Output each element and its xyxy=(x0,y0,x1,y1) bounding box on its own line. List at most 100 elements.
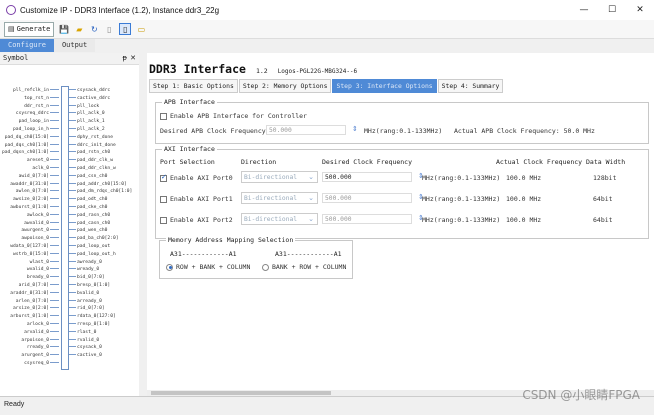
symbol-port-left: aclk_0 xyxy=(32,166,59,172)
axi-port2-actual-value: 100.0 MHz xyxy=(506,216,542,224)
axi-port1-freq-input[interactable]: 500.000 xyxy=(322,193,412,203)
title-bar: Customize IP - DDR3 Interface (1.2), Ins… xyxy=(0,0,654,20)
axi-port0-freq-input[interactable]: 500.000 xyxy=(322,172,412,182)
pin-icon[interactable]: ᵽ xyxy=(122,53,127,64)
page-title: DDR3 Interface xyxy=(149,62,246,76)
scrollbar-thumb[interactable] xyxy=(151,391,331,395)
axi-port2-direction-value: Bi-directional xyxy=(244,216,298,223)
apb-interface-group: APB Interface Enable APB Interface for C… xyxy=(155,98,649,144)
axi-port0-range-label: MHz(rang:0.1-133MHz) xyxy=(422,174,501,182)
ip-version: 1.2 xyxy=(255,67,268,75)
axi-port2-checkbox[interactable] xyxy=(160,216,167,224)
symbol-port-left: araddr_0[31:0] xyxy=(10,291,59,297)
axi-header-port-label: Port Selection xyxy=(160,158,215,166)
symbol-port-right: rid_0[7:0] xyxy=(69,306,105,312)
ip-symbol-box xyxy=(61,86,69,370)
address-mapping-group: Memory Address Mapping Selection A31----… xyxy=(159,236,353,279)
symbol-port-left: csysreq_0 xyxy=(24,361,59,367)
symbol-port-right: pad_csn_ch0 xyxy=(69,174,107,180)
symbol-view-icon[interactable]: ▯ xyxy=(119,23,132,35)
symbol-port-left: wdata_0[127:0] xyxy=(10,244,59,250)
symbol-port-left: wstrb_0[15:0] xyxy=(13,252,59,258)
tab-step-1[interactable]: Step 1: Basic Options xyxy=(149,79,238,93)
symbol-port-left: arvalid_0 xyxy=(24,330,59,336)
symbol-port-right: bvalid_0 xyxy=(69,291,99,297)
symbol-port-right: pll_aclk_2 xyxy=(69,127,105,133)
symbol-panel-title: Symbol xyxy=(3,54,29,62)
apb-range-row: MHz(rang:0.1-133MHz) xyxy=(364,127,442,135)
tab-configure[interactable]: Configure xyxy=(0,39,54,52)
symbol-port-left: awburst_0[1:0] xyxy=(10,205,59,211)
axi-header-direction-label: Direction xyxy=(241,158,277,166)
main-panel: DDR3 Interface 1.2 Logos-PGL22G-MBG324--… xyxy=(147,53,654,396)
axi-port0-width-value: 128bit xyxy=(593,174,617,182)
refresh-icon[interactable]: ↻ xyxy=(89,24,99,34)
symbol-port-right: pll_aclk_1 xyxy=(69,119,105,125)
mapping-col2-header-text: A31------------A1 xyxy=(275,250,342,258)
symbol-port-left: pad_dqs_ch0[1:0] xyxy=(5,143,59,149)
axi-port0-direction-select[interactable]: Bi-directional ⌄ xyxy=(241,171,318,183)
chevron-down-icon: ⌄ xyxy=(308,194,314,202)
symbol-port-left: arlen_0[7:0] xyxy=(16,299,59,305)
mapping-option-row-row-column[interactable]: BANK + ROW + COLUMN xyxy=(262,263,346,271)
panel-splitter[interactable] xyxy=(139,53,147,396)
symbol-panel-header: Symbol ᵽ ✕ xyxy=(0,53,139,65)
maximize-button[interactable]: ☐ xyxy=(598,0,626,20)
axi-port1-checkbox[interactable] xyxy=(160,195,167,203)
tab-output[interactable]: Output xyxy=(53,39,96,52)
window-title: Customize IP - DDR3 Interface (1.2), Ins… xyxy=(20,5,220,15)
comment-icon[interactable]: ▭ xyxy=(136,24,146,34)
symbol-port-left: areset_0 xyxy=(27,158,59,164)
open-icon[interactable]: ▰ xyxy=(74,24,84,34)
apb-freq-spinner-icon[interactable]: ⇕ xyxy=(352,125,358,133)
tab-step-2[interactable]: Step 2: Memory Options xyxy=(238,79,332,93)
minimize-button[interactable]: — xyxy=(570,0,598,20)
symbol-port-right: cactive_ddrc xyxy=(69,96,110,102)
axi-port0-checkbox[interactable] xyxy=(160,173,167,182)
axi-port2-freq-input[interactable]: 500.000 xyxy=(322,214,412,224)
save-icon[interactable]: 💾 xyxy=(59,24,69,34)
watermark: CSDN @小眼睛FPGA xyxy=(522,388,640,402)
axi-port2-direction-select[interactable]: Bi-directional ⌄ xyxy=(241,213,318,225)
symbol-port-right: rdata_0[127:0] xyxy=(69,314,116,320)
close-panel-icon[interactable]: ✕ xyxy=(130,53,136,64)
tab-step-3[interactable]: Step 3: Interface Options xyxy=(332,79,437,93)
mapping-option2-label: BANK + ROW + COLUMN xyxy=(272,263,347,271)
axi-port0-range: MHz(rang:0.1-133MHz) xyxy=(422,174,500,182)
axi-port1-width-value: 64bit xyxy=(593,195,613,203)
doc-icon[interactable]: ▯ xyxy=(104,24,114,34)
symbol-port-right: pad_rasn_ch0 xyxy=(69,213,110,219)
mapping-col2-header: A31------------A1 xyxy=(275,250,342,258)
symbol-port-right: pad_rstn_ch0 xyxy=(69,150,110,156)
symbol-port-right: rlast_0 xyxy=(69,330,96,336)
generate-button[interactable]: ▤ Generate xyxy=(4,21,55,37)
axi-header-port: Port Selection xyxy=(160,158,215,166)
symbol-port-left: awurgent_0 xyxy=(21,228,59,234)
mapping-option-row-bank-column[interactable]: ROW + BANK + COLUMN xyxy=(166,263,250,271)
status-text: Ready xyxy=(4,401,25,408)
symbol-port-right: bresp_0[1:0] xyxy=(69,283,110,289)
symbol-port-right: cactive_0 xyxy=(69,353,102,359)
apb-freq-row: Desired APB Clock Frequency: xyxy=(160,127,270,135)
axi-port1-width: 64bit xyxy=(593,195,613,203)
step-tabs: Step 1: Basic Options Step 2: Memory Opt… xyxy=(149,79,504,93)
axi-port1-direction-select[interactable]: Bi-directional ⌄ xyxy=(241,192,318,204)
axi-header-desired: Desired Clock Frequency xyxy=(322,158,412,166)
axi-port2-range-label: MHz(rang:0.1-133MHz) xyxy=(422,216,501,224)
axi-port2-width-value: 64bit xyxy=(593,216,613,224)
axi-header-direction: Direction xyxy=(241,158,276,166)
apb-freq-input[interactable]: 50.000 xyxy=(266,125,346,135)
mapping-radio-1[interactable] xyxy=(166,263,173,271)
axi-port0-label: Enable AXI Port0 xyxy=(170,174,233,182)
axi-port2-range: MHz(rang:0.1-133MHz) xyxy=(422,216,500,224)
symbol-port-right: wready_0 xyxy=(69,267,99,273)
apb-enable-checkbox[interactable] xyxy=(160,112,167,120)
mapping-radio-2[interactable] xyxy=(262,263,269,271)
axi-port1-label: Enable AXI Port1 xyxy=(170,195,233,203)
close-button[interactable]: ✕ xyxy=(626,0,654,20)
tab-step-4[interactable]: Step 4: Summary xyxy=(437,79,504,93)
axi-interface-group: AXI Interface Port Selection Direction D… xyxy=(155,145,649,239)
mode-tabs: Configure Output xyxy=(0,39,96,52)
axi-group-label: AXI Interface xyxy=(162,145,217,153)
generate-label: Generate xyxy=(16,25,51,33)
